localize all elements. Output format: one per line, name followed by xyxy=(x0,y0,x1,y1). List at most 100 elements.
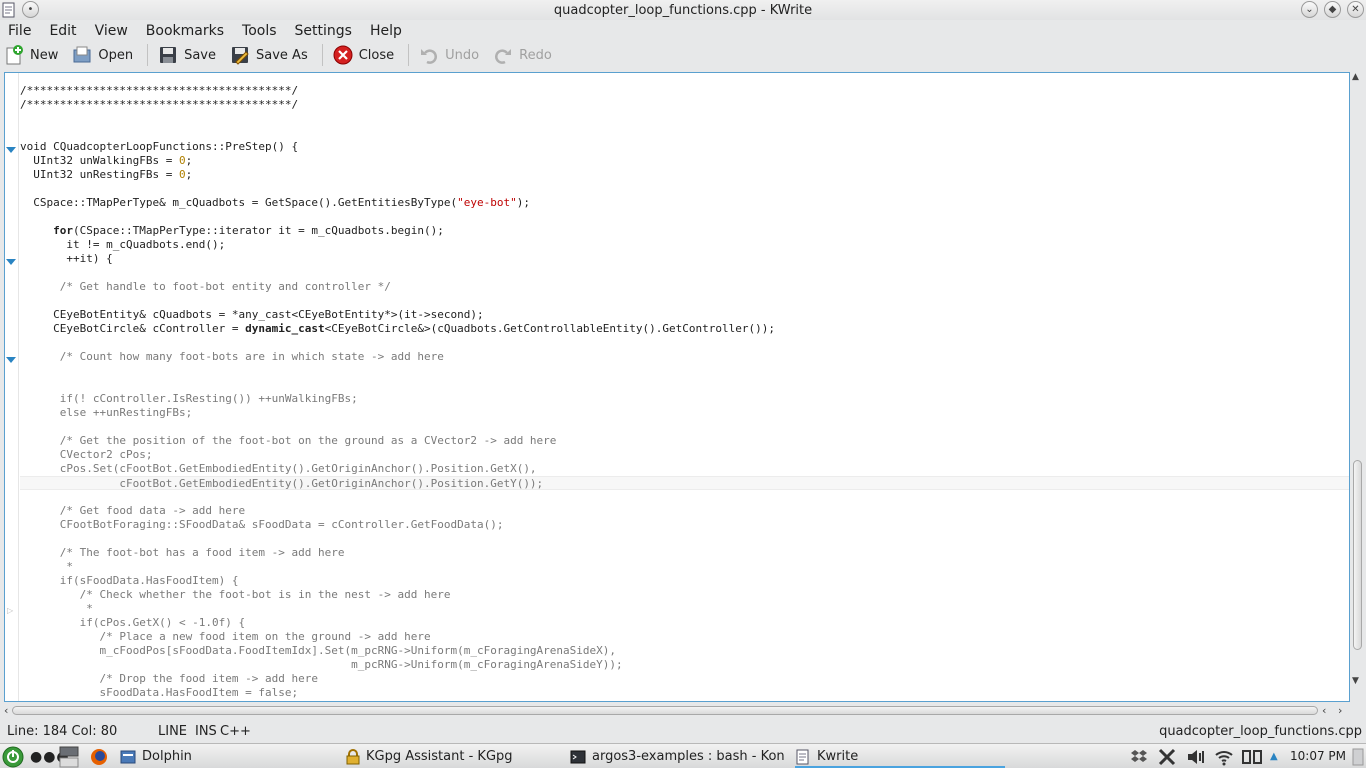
code-editor[interactable]: ▷ /*************************************… xyxy=(4,72,1350,702)
code-line: UInt32 unRestingFBs = 0; xyxy=(20,168,193,181)
vertical-scroll-thumb[interactable] xyxy=(1353,460,1362,650)
toolbar-separator xyxy=(147,44,149,66)
code-line: /* Get the position of the foot-bot on t… xyxy=(20,434,557,447)
code-line: it != m_cQuadbots.end(); xyxy=(20,238,226,251)
fold-marker-icon[interactable] xyxy=(6,259,16,265)
undo-button[interactable]: Undo xyxy=(419,45,479,65)
code-line: /***************************************… xyxy=(20,98,299,111)
toolbar-separator xyxy=(408,44,410,66)
code-line: ++it) { xyxy=(20,252,113,265)
insert-mode[interactable]: INS xyxy=(195,724,217,739)
redo-button[interactable]: Redo xyxy=(493,45,552,65)
main-toolbar: New Open Save Save As Close Undo Redo xyxy=(0,41,1366,69)
code-area[interactable]: /***************************************… xyxy=(20,84,1349,700)
minimize-button[interactable]: ⌄ xyxy=(1301,1,1318,18)
task-kgpg-label: KGpg Assistant - KGpg xyxy=(366,749,513,764)
volume-icon[interactable] xyxy=(1186,744,1206,768)
show-desktop-icon[interactable] xyxy=(1352,744,1364,768)
save-as-label: Save As xyxy=(256,47,308,63)
vertical-scroll-track[interactable] xyxy=(1353,86,1362,688)
code-line: /* Get handle to foot-bot entity and con… xyxy=(20,280,391,293)
fold-marker-icon[interactable] xyxy=(6,357,16,363)
menu-file[interactable]: File xyxy=(8,23,31,39)
task-konsole-label: argos3-examples : bash - Kon xyxy=(592,749,785,764)
code-line: if(cPos.GetX() < -1.0f) { xyxy=(20,616,246,629)
horizontal-scroll-thumb[interactable] xyxy=(12,706,1318,715)
code-line: else ++unRestingFBs; xyxy=(20,406,193,419)
code-line: for(CSpace::TMapPerType::iterator it = m… xyxy=(53,224,444,237)
tray-expand-icon[interactable]: ▲ xyxy=(1270,744,1278,768)
menu-bookmarks[interactable]: Bookmarks xyxy=(146,23,224,39)
terminal-icon xyxy=(570,749,586,765)
wifi-icon[interactable] xyxy=(1214,744,1234,768)
code-line: cPos.Set(cFootBot.GetEmbodiedEntity().Ge… xyxy=(20,462,537,475)
dolphin-icon xyxy=(120,749,136,765)
task-kwrite-label: Kwrite xyxy=(817,749,859,764)
scroll-up-icon[interactable]: ▲ xyxy=(1352,72,1359,82)
kwrite-app-icon[interactable] xyxy=(2,2,16,18)
code-line: CSpace::TMapPerType& m_cQuadbots = GetSp… xyxy=(20,196,530,209)
selection-mode[interactable]: LINE xyxy=(158,724,187,739)
scroll-left-end-icon[interactable]: ‹ xyxy=(1322,704,1326,717)
save-button[interactable]: Save xyxy=(158,45,216,65)
save-as-button[interactable]: Save As xyxy=(230,45,308,65)
code-line: m_pcRNG->Uniform(m_cForagingArenaSideY))… xyxy=(20,658,623,671)
kwrite-icon xyxy=(795,749,811,765)
clock[interactable]: 10:07 PM xyxy=(1290,749,1346,763)
menu-edit[interactable]: Edit xyxy=(49,23,76,39)
close-button[interactable]: Close xyxy=(333,45,394,65)
status-bar: Line: 184 Col: 80 LINE INS C++ quadcopte… xyxy=(0,721,1366,741)
menu-view[interactable]: View xyxy=(95,23,128,39)
pin-button[interactable]: • xyxy=(22,1,39,18)
folder-open-icon xyxy=(72,45,92,65)
maximize-button[interactable]: ◆ xyxy=(1324,1,1341,18)
new-button[interactable]: New xyxy=(4,45,58,65)
fold-hint-icon[interactable]: ▷ xyxy=(7,606,13,615)
menu-settings[interactable]: Settings xyxy=(295,23,352,39)
vertical-scrollbar[interactable]: ▲ ▼ xyxy=(1350,72,1364,702)
horizontal-scrollbar[interactable]: ‹ ‹ › xyxy=(4,703,1350,719)
menu-bar: File Edit View Bookmarks Tools Settings … xyxy=(0,20,1366,41)
kde-menu-icon[interactable] xyxy=(2,744,24,768)
redo-label: Redo xyxy=(519,47,552,63)
menu-help[interactable]: Help xyxy=(370,23,402,39)
battery-icon[interactable] xyxy=(1241,744,1263,768)
code-line: * xyxy=(20,602,93,615)
task-dolphin[interactable]: Dolphin xyxy=(120,744,192,768)
redo-icon xyxy=(493,45,513,65)
fold-marker-icon[interactable] xyxy=(6,147,16,153)
open-button[interactable]: Open xyxy=(72,45,133,65)
cursor-position[interactable]: Line: 184 Col: 80 xyxy=(7,724,117,739)
syntax-mode[interactable]: C++ xyxy=(220,724,251,739)
code-line: CEyeBotEntity& cQuadbots = *any_cast<CEy… xyxy=(20,308,484,321)
toolbar-separator xyxy=(321,44,323,66)
firefox-icon[interactable] xyxy=(90,744,108,768)
scroll-down-icon[interactable]: ▼ xyxy=(1352,676,1359,686)
menu-tools[interactable]: Tools xyxy=(242,23,277,39)
task-kwrite[interactable]: Kwrite xyxy=(795,744,1005,768)
code-line: if(! cController.IsResting()) ++unWalkin… xyxy=(20,392,358,405)
scroll-left-icon[interactable]: ‹ xyxy=(4,704,8,717)
code-line: UInt32 unWalkingFBs = 0; xyxy=(20,154,193,167)
dropbox-icon[interactable] xyxy=(1130,744,1148,768)
new-document-icon xyxy=(4,45,24,65)
floppy-save-icon xyxy=(158,45,178,65)
title-bar: • quadcopter_loop_functions.cpp - KWrite… xyxy=(0,0,1366,20)
save-label: Save xyxy=(184,47,217,63)
tools-icon[interactable] xyxy=(1157,744,1177,768)
close-window-button[interactable]: ✕ xyxy=(1347,1,1364,18)
task-konsole[interactable]: argos3-examples : bash - Kon xyxy=(570,744,785,768)
task-kgpg[interactable]: KGpg Assistant - KGpg xyxy=(346,744,513,768)
pager-icon[interactable] xyxy=(58,744,80,768)
scroll-right-icon[interactable]: › xyxy=(1338,704,1342,717)
